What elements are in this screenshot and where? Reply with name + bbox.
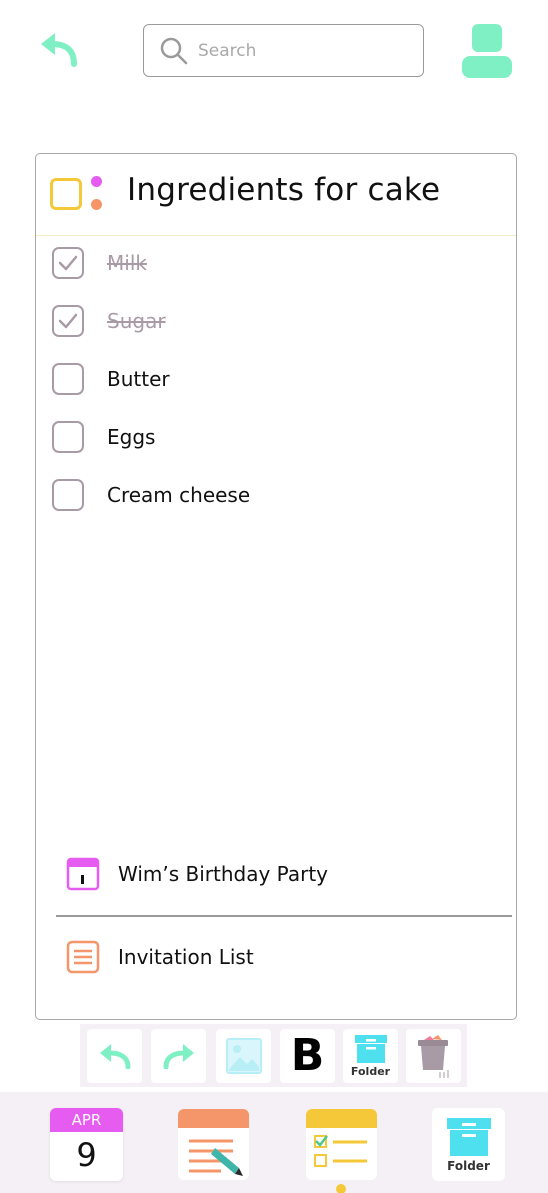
checkmark-icon [58,313,78,329]
note-header: Ingredients for cake [36,154,516,236]
linked-event-birthday[interactable]: Wim’s Birthday Party [66,854,328,894]
note-card: Ingredients for cake Milk Sugar Butter E… [35,153,517,1020]
checklist-item-sugar[interactable]: Sugar [52,304,166,338]
checkbox-unchecked[interactable] [52,363,84,395]
move-to-folder-button[interactable]: Folder [343,1029,398,1083]
user-avatar-icon [462,24,512,78]
folder-label: Folder [350,1065,391,1078]
checklist-item-milk[interactable]: Milk [52,246,147,280]
pink-dot-icon [91,176,102,187]
search-input[interactable] [198,40,398,61]
back-button[interactable] [38,32,80,68]
checklist-item-butter[interactable]: Butter [52,362,170,396]
checklist-item-label: Sugar [107,309,166,333]
bottom-dock: APR 9 Folder [0,1092,548,1193]
linked-note-label: Invitation List [118,945,254,969]
checkbox-checked[interactable] [52,305,84,337]
checklist-type-icon [50,178,82,210]
calendar-day: 9 [76,1136,97,1174]
checkbox-unchecked[interactable] [52,479,84,511]
folder-box-icon [446,1117,491,1156]
divider [56,915,512,917]
search-icon [160,37,188,64]
trash-icon [417,1035,448,1078]
folder-label: Folder [447,1158,490,1173]
active-tab-indicator [336,1184,346,1193]
dock-notes-button[interactable] [177,1108,250,1185]
bold-icon: B [290,1030,325,1081]
profile-button[interactable] [460,24,514,78]
checkbox-unchecked[interactable] [52,421,84,453]
calendar-month: APR [50,1108,123,1132]
bold-button[interactable]: B [280,1029,335,1083]
dock-folder-button[interactable]: Folder [432,1108,505,1181]
folder-box-icon [354,1035,387,1063]
undo-icon [99,1044,130,1069]
checklist-icon [306,1109,377,1180]
dock-calendar-button[interactable]: APR 9 [50,1108,123,1181]
back-arrow-icon [41,33,77,67]
list-doc-icon [66,940,100,974]
dock-checklist-button[interactable] [305,1108,378,1185]
linked-event-label: Wim’s Birthday Party [118,862,328,886]
notepad-pencil-icon [178,1109,249,1180]
calendar-icon [66,857,100,891]
checklist-item-label: Butter [107,367,170,391]
delete-button[interactable] [406,1029,461,1083]
checklist-item-cream-cheese[interactable]: Cream cheese [52,478,250,512]
linked-note-invitation-list[interactable]: Invitation List [66,937,254,977]
checklist-item-label: Cream cheese [107,483,251,507]
redo-button[interactable] [151,1029,206,1083]
image-icon [225,1038,262,1074]
insert-image-button[interactable] [216,1029,271,1083]
checklist-item-label: Milk [107,251,147,275]
redo-icon [163,1044,194,1069]
checklist-item-label: Eggs [107,425,156,449]
orange-dot-icon [91,199,102,210]
checkbox-checked[interactable] [52,247,84,279]
checklist-item-eggs[interactable]: Eggs [52,420,155,454]
checkmark-icon [58,255,78,271]
search-bar[interactable] [143,24,424,77]
note-title: Ingredients for cake [127,172,441,208]
undo-button[interactable] [87,1029,142,1083]
format-toolbar: B Folder [80,1024,467,1087]
